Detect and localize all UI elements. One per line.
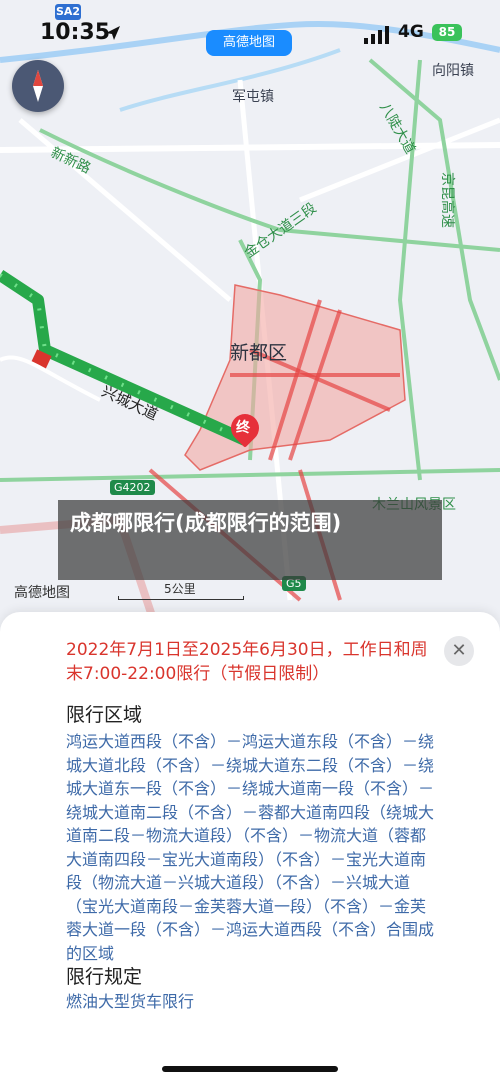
map-label: 向阳镇 <box>432 63 474 79</box>
area-title: 限行区域 <box>66 704 143 726</box>
area-body: 鸿运大道西段（不含）－鸿运大道东段（不含）－绕城大道北段（不含）－绕城大道东二段… <box>66 732 435 963</box>
home-indicator[interactable] <box>162 1066 338 1072</box>
road-sign-g4202: G4202 <box>110 480 155 495</box>
map-view[interactable]: 10:35 高德地图 4G 85 SA2 军屯镇 向阳镇 新新路 八陡大道 京昆… <box>0 0 500 640</box>
rule-title: 限行规定 <box>66 966 143 988</box>
rule-body: 燃油大型货车限行 <box>66 992 195 1011</box>
close-icon[interactable]: ✕ <box>444 636 474 666</box>
app-pill[interactable]: 高德地图 <box>206 30 292 56</box>
signal-icon <box>364 26 389 44</box>
compass-icon[interactable] <box>12 60 64 112</box>
map-logo: 高德地图 <box>14 585 70 601</box>
article-caption: 成都哪限行(成都限行的范围) <box>58 500 442 580</box>
battery: 85 <box>432 24 462 41</box>
district-label: 新都区 <box>230 342 288 364</box>
clock: 10:35 <box>40 20 111 45</box>
status-bar: 10:35 高德地图 4G 85 <box>0 18 500 56</box>
scale-bar: 5公里 <box>118 580 244 600</box>
map-label: 京昆高速 <box>439 172 455 228</box>
network-type: 4G <box>398 22 424 42</box>
map-label: 军屯镇 <box>232 89 274 105</box>
restriction-panel: 2022年7月1日至2025年6月30日，工作日和周末7:00-22:00限行（… <box>0 612 500 1082</box>
restriction-headline: 2022年7月1日至2025年6月30日，工作日和周末7:00-22:00限行（… <box>66 640 428 684</box>
road-sign-sa2: SA2 <box>55 4 81 20</box>
scale-label: 5公里 <box>164 582 196 596</box>
location-arrow-icon <box>106 26 120 40</box>
end-marker-label: 终 <box>236 420 250 436</box>
